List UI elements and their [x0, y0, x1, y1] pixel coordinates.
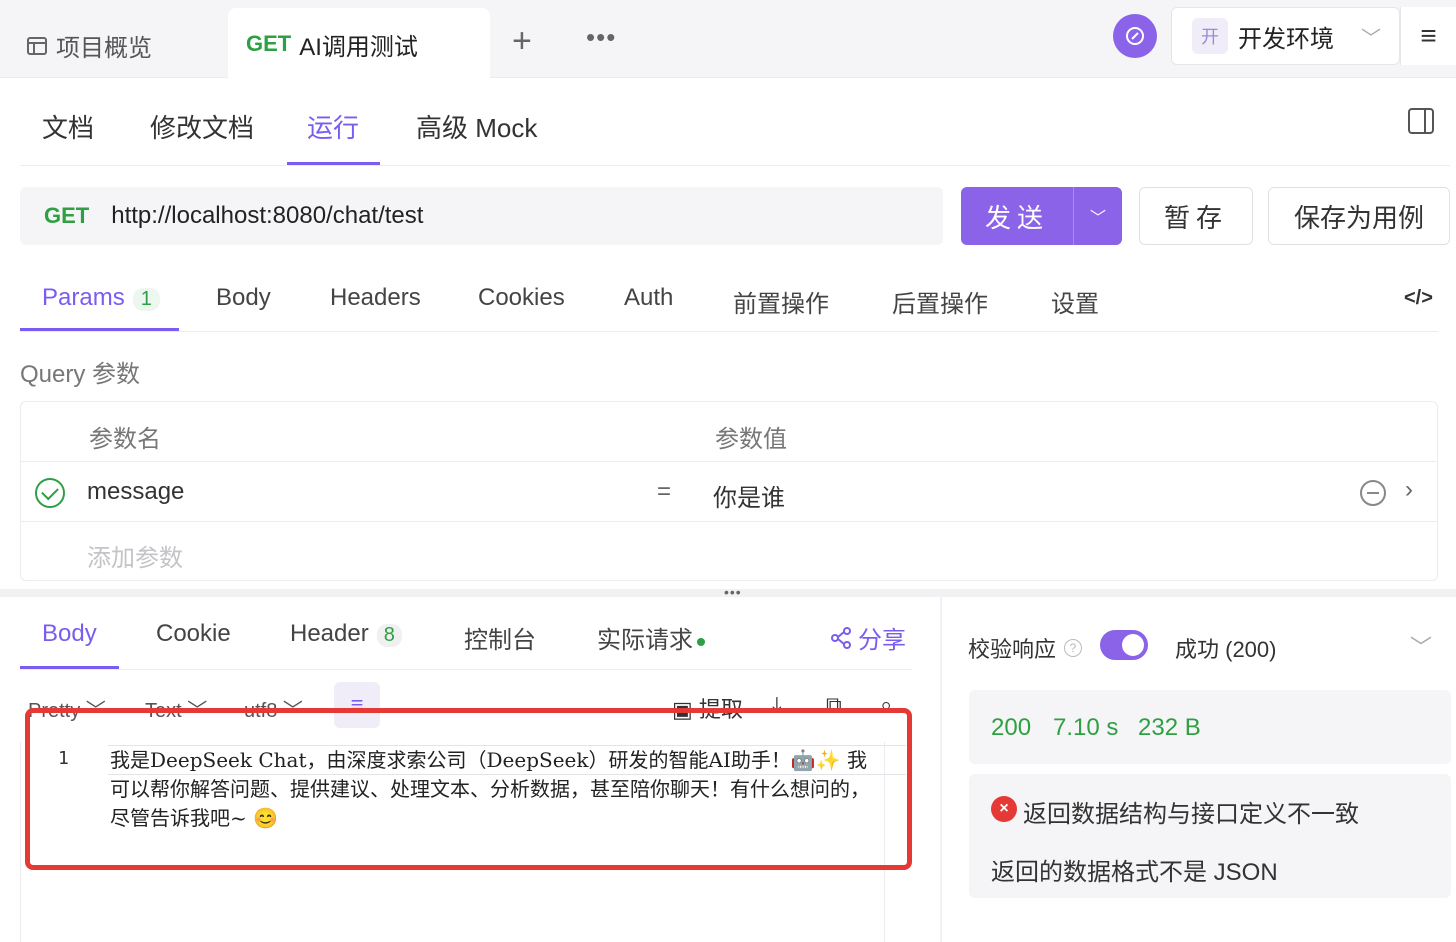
response-size: 232 B	[1138, 714, 1201, 741]
url-input[interactable]: http://localhost:8080/chat/test	[111, 202, 423, 230]
subnav-edit-doc[interactable]: 修改文档	[150, 108, 254, 145]
drag-handle-icon[interactable]: •••	[724, 584, 742, 600]
chevron-down-icon[interactable]: ﹀	[1410, 630, 1432, 662]
menu-icon[interactable]: ≡	[1400, 7, 1456, 65]
tab-settings[interactable]: 设置	[1051, 284, 1099, 319]
env-label: 开发环境	[1238, 25, 1334, 53]
response-status: 成功 (200)	[1175, 637, 1277, 662]
tab-project-overview[interactable]: 项目概览	[26, 28, 152, 63]
tab-ai-test-label: AI调用测试	[299, 33, 418, 61]
save-as-case-button[interactable]: 保存为用例	[1268, 187, 1450, 245]
request-tabs: Params 1 Body Headers Cookies Auth 前置操作 后…	[20, 262, 1438, 332]
resp-tab-body[interactable]: Body	[42, 620, 97, 648]
validate-label-text: 校验响应	[968, 637, 1057, 662]
tab-headers[interactable]: Headers	[330, 284, 421, 312]
method-tag: GET	[246, 31, 292, 56]
resp-tab-actual-request[interactable]: 实际请求	[597, 620, 705, 655]
add-param-input[interactable]: 添加参数	[87, 538, 183, 573]
validate-response-label: 校验响应 ?	[968, 632, 1083, 664]
save-draft-button[interactable]: 暂存	[1139, 187, 1253, 245]
status-dot	[697, 637, 705, 646]
tab-cookies[interactable]: Cookies	[478, 284, 565, 312]
share-button[interactable]: 分享	[830, 620, 906, 655]
resp-tab-actual-request-label: 实际请求	[597, 627, 693, 654]
send-button-label[interactable]: 发送	[961, 187, 1073, 245]
chevron-right-icon[interactable]: ›	[1405, 476, 1413, 504]
tab-post-actions[interactable]: 后置操作	[892, 284, 988, 319]
env-badge: 开	[1192, 18, 1228, 54]
overview-icon	[27, 36, 47, 55]
error-description: 返回的数据格式不是 JSON	[991, 859, 1278, 886]
chevron-down-icon[interactable]: ﹀	[1073, 187, 1122, 245]
sync-button[interactable]	[1113, 14, 1157, 58]
active-tab-indicator	[287, 162, 380, 165]
check-icon[interactable]	[35, 478, 65, 508]
request-method[interactable]: GET	[44, 203, 89, 229]
tab-project-overview-label: 项目概览	[56, 35, 152, 62]
new-tab-button[interactable]: +	[512, 22, 532, 61]
sync-icon	[1126, 27, 1144, 45]
equals-sign: =	[657, 478, 672, 505]
url-bar[interactable]: GET http://localhost:8080/chat/test	[20, 187, 943, 245]
sub-nav: 文档 修改文档 运行 高级 Mock	[20, 80, 1450, 166]
share-label: 分享	[858, 627, 906, 654]
resp-tab-console[interactable]: 控制台	[464, 620, 536, 655]
resp-tab-header[interactable]: Header 8	[290, 620, 402, 648]
header-count-badge: 8	[376, 624, 402, 647]
validation-error: × 返回数据结构与接口定义不一致 返回的数据格式不是 JSON	[969, 774, 1451, 898]
subnav-advanced-mock[interactable]: 高级 Mock	[416, 108, 537, 145]
tab-params-label: Params	[42, 284, 125, 311]
subnav-doc[interactable]: 文档	[42, 108, 94, 145]
table-row: message = 你是谁 ›	[21, 462, 1437, 522]
divider	[20, 669, 912, 670]
side-panel-icon[interactable]	[1408, 108, 1434, 134]
column-header-value: 参数值	[715, 426, 787, 453]
response-time: 7.10 s	[1053, 714, 1119, 741]
tab-auth[interactable]: Auth	[624, 284, 673, 312]
tab-ai-test[interactable]: GET AI调用测试	[228, 8, 490, 80]
resp-tab-header-label: Header	[290, 620, 369, 647]
param-value-field[interactable]: 你是谁	[713, 478, 785, 513]
status-code: 200	[991, 714, 1032, 741]
error-icon: ×	[991, 796, 1017, 822]
active-tab-indicator	[20, 328, 179, 331]
resp-tab-cookie[interactable]: Cookie	[156, 620, 231, 648]
column-header-name: 参数名	[89, 426, 161, 453]
send-button[interactable]: 发送 ﹀	[961, 187, 1122, 245]
help-icon[interactable]: ?	[1064, 639, 1083, 657]
tab-params[interactable]: Params 1	[42, 284, 160, 312]
error-title: 返回数据结构与接口定义不一致	[1023, 801, 1359, 828]
top-tab-bar: 项目概览 GET AI调用测试 + ••• 开 开发环境 ﹀ ≡	[0, 0, 1456, 80]
params-count-badge: 1	[132, 288, 160, 311]
tab-pre-actions[interactable]: 前置操作	[733, 284, 829, 319]
validate-toggle[interactable]	[1100, 630, 1148, 660]
chevron-down-icon: ﹀	[1361, 28, 1381, 50]
environment-select[interactable]: 开 开发环境 ﹀	[1171, 7, 1400, 65]
response-metrics: 200 7.10 s 232 B	[969, 690, 1451, 764]
code-icon[interactable]: </>	[1404, 287, 1433, 310]
more-icon[interactable]: •••	[586, 22, 616, 53]
annotation-highlight-box	[25, 708, 912, 870]
vertical-splitter[interactable]	[940, 597, 942, 942]
query-section-label: Query 参数	[20, 361, 141, 388]
share-icon	[831, 626, 851, 649]
subnav-run[interactable]: 运行	[307, 108, 359, 145]
param-name-field[interactable]: message	[87, 478, 184, 506]
params-table: 参数名 参数值 message = 你是谁 › 添加参数	[20, 401, 1438, 581]
remove-icon[interactable]	[1360, 480, 1386, 506]
tab-body[interactable]: Body	[216, 284, 271, 312]
params-table-header: 参数名 参数值	[21, 402, 1437, 462]
